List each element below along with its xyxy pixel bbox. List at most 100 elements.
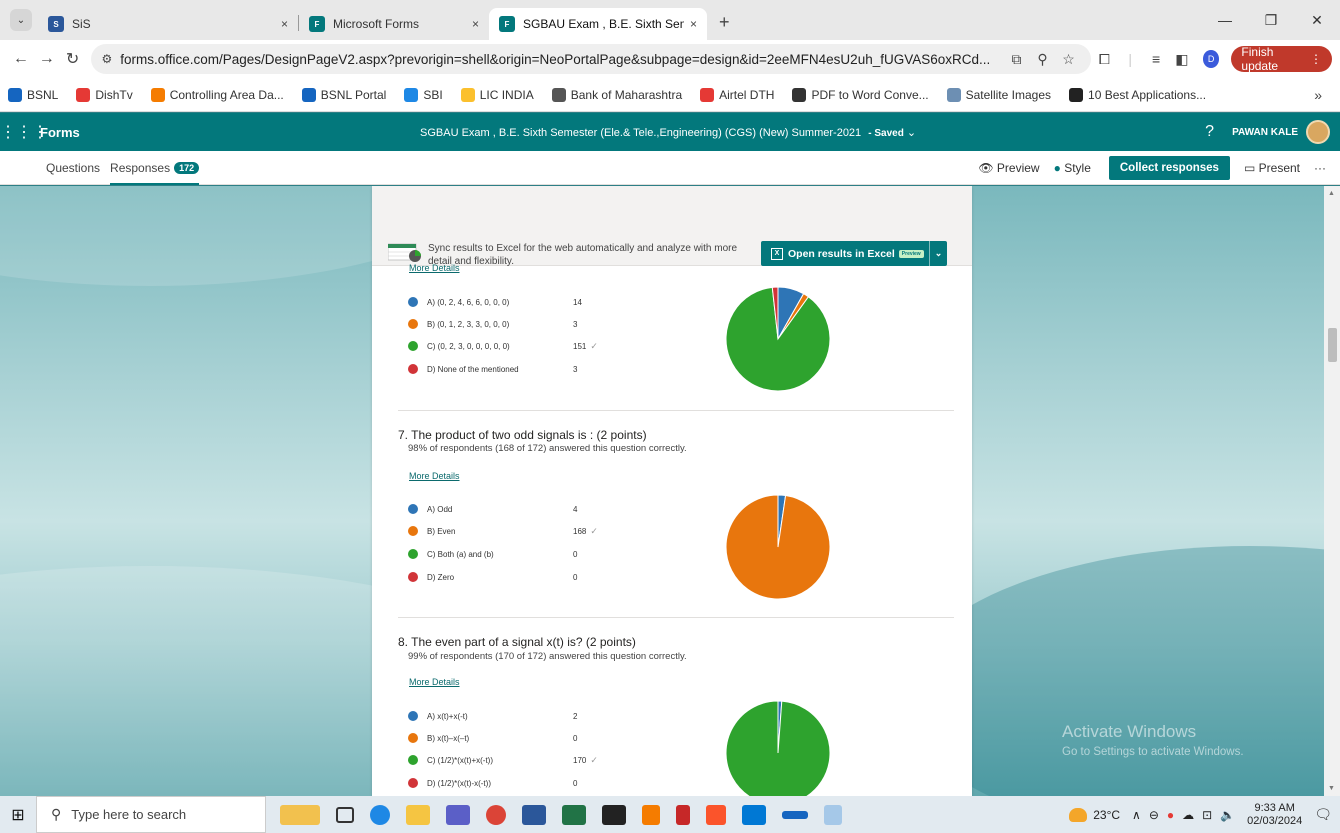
weather-icon[interactable] xyxy=(1069,807,1088,822)
clock[interactable]: 9:33 AM 02/03/2024 xyxy=(1247,802,1302,828)
tab-questions[interactable]: Questions xyxy=(46,151,100,185)
site-settings-icon[interactable]: ⚙ xyxy=(101,52,112,66)
close-icon[interactable]: × xyxy=(690,17,697,31)
close-icon[interactable]: × xyxy=(281,17,288,31)
tab-microsoft-forms[interactable]: F Microsoft Forms × xyxy=(299,8,489,40)
url-omnibox[interactable]: ⚙ forms.office.com/Pages/DesignPageV2.as… xyxy=(91,44,1092,74)
help-icon[interactable]: ? xyxy=(1205,123,1214,141)
collect-responses-button[interactable]: Collect responses xyxy=(1108,155,1230,180)
reload-icon[interactable]: ↻ xyxy=(60,49,86,69)
scrollbar-thumb[interactable] xyxy=(1328,328,1337,362)
option-count: 4 xyxy=(573,504,578,514)
tray-app-icon[interactable]: ⊖ xyxy=(1149,808,1159,822)
toolbar-actions: 👁 Preview ● Style Collect responses ▭ Pr… xyxy=(964,155,1326,180)
correct-check-icon: ✓ xyxy=(590,525,598,536)
minimize-icon[interactable]: — xyxy=(1202,12,1248,28)
tab-sis[interactable]: S SiS × xyxy=(38,8,298,40)
terminal-icon[interactable] xyxy=(602,804,626,825)
chevron-down-icon[interactable]: ⌄ xyxy=(929,241,947,266)
word-icon[interactable] xyxy=(522,804,546,825)
brave-icon[interactable] xyxy=(706,804,726,825)
option-label: D) None of the mentioned xyxy=(427,364,519,374)
bookmark-item[interactable]: Controlling Area Da... xyxy=(150,87,284,102)
edge-icon[interactable] xyxy=(370,804,390,825)
scroll-up-icon[interactable]: ▲ xyxy=(1328,190,1335,197)
back-arrow-icon[interactable]: ← xyxy=(8,50,34,68)
forward-arrow-icon[interactable]: → xyxy=(34,50,60,68)
temperature[interactable]: 23°C xyxy=(1093,808,1120,822)
finish-update-button[interactable]: Finish update ⋮ xyxy=(1231,45,1333,73)
bookmarks-more-icon[interactable]: » xyxy=(1314,87,1322,103)
bookmark-item[interactable]: BSNL Portal xyxy=(301,87,386,102)
chevron-up-icon[interactable]: ∧ xyxy=(1132,808,1141,822)
more-details-link[interactable]: More Details xyxy=(409,677,460,687)
url-text[interactable]: forms.office.com/Pages/DesignPageV2.aspx… xyxy=(120,52,1003,67)
bookmark-item[interactable]: Satellite Images xyxy=(946,87,1051,102)
open-results-excel-button[interactable]: X Open results in Excel Preview ⌄ xyxy=(761,241,947,266)
bookmark-item[interactable]: DishTv xyxy=(76,87,133,102)
file-explorer-icon[interactable] xyxy=(406,804,430,825)
volume-icon[interactable]: 🔈 xyxy=(1220,808,1235,822)
profile-avatar-icon[interactable]: D xyxy=(1202,50,1220,68)
avatar[interactable] xyxy=(1306,120,1330,144)
network-icon[interactable]: ⊡ xyxy=(1202,808,1212,822)
preview-button[interactable]: 👁 Preview xyxy=(978,161,1039,175)
tab-sgbau-exam[interactable]: F SGBAU Exam , B.E. Sixth Semest × xyxy=(489,8,707,40)
bookmark-item[interactable]: PDF to Word Conve... xyxy=(792,87,929,102)
bookmark-star-icon[interactable]: ☆ xyxy=(1055,51,1081,68)
tab-responses[interactable]: Responses 172 xyxy=(110,151,200,185)
legend-dot xyxy=(408,711,418,721)
app-launcher-icon[interactable]: ⋮⋮⋮ xyxy=(0,122,48,142)
legend-dot xyxy=(408,504,418,514)
more-details-link[interactable]: More Details xyxy=(409,471,460,481)
forms-brand[interactable]: Forms xyxy=(40,125,80,140)
present-button[interactable]: ▭ Present xyxy=(1244,161,1300,175)
option-row: D) None of the mentioned 3 xyxy=(408,362,648,376)
new-tab-button[interactable]: + xyxy=(719,12,730,33)
windows-start-icon[interactable]: ⊞ xyxy=(0,805,36,825)
open-excel-label: Open results in Excel xyxy=(788,247,895,260)
restore-icon[interactable]: ❐ xyxy=(1248,12,1294,29)
bookmark-item[interactable]: Airtel DTH xyxy=(700,87,774,102)
excel-icon[interactable] xyxy=(562,804,586,825)
paint-icon[interactable] xyxy=(824,804,842,825)
scroll-down-icon[interactable]: ▼ xyxy=(1328,785,1335,792)
more-options-icon[interactable]: ··· xyxy=(1314,161,1326,175)
option-count: 170 xyxy=(573,755,587,765)
zoom-icon[interactable]: ⚲ xyxy=(1029,51,1055,68)
reading-list-icon[interactable]: ≡ xyxy=(1143,51,1169,67)
chrome-icon[interactable] xyxy=(486,804,506,825)
install-app-icon[interactable]: ⧉ xyxy=(1003,51,1029,68)
tab-search-chevron-icon[interactable]: ⌄ xyxy=(10,9,32,31)
remote-desktop-icon[interactable] xyxy=(742,804,766,825)
figure-app-icon[interactable] xyxy=(676,804,690,825)
taskbar-search-input[interactable]: ⚲ Type here to search xyxy=(36,796,266,833)
more-details-link[interactable]: More Details xyxy=(409,263,460,273)
cloud-icon[interactable]: ☁ xyxy=(1182,808,1194,822)
style-button[interactable]: ● Style xyxy=(1054,161,1091,175)
bookmark-item[interactable]: BSNL xyxy=(8,87,58,102)
teams-icon[interactable] xyxy=(446,804,470,825)
pie-slice[interactable] xyxy=(725,494,831,600)
side-panel-icon[interactable]: ◧ xyxy=(1169,51,1195,68)
noodles-widget-icon[interactable] xyxy=(280,804,320,825)
task-view-icon[interactable] xyxy=(336,806,354,823)
tray-color-icon[interactable]: ● xyxy=(1167,808,1174,822)
pen-icon[interactable] xyxy=(782,810,808,819)
bookmark-item[interactable]: 10 Best Applications... xyxy=(1069,87,1206,102)
form-title[interactable]: SGBAU Exam , B.E. Sixth Semester (Ele.& … xyxy=(420,126,916,139)
bookmark-item[interactable]: LIC INDIA xyxy=(460,87,534,102)
close-icon[interactable]: × xyxy=(472,17,479,31)
notifications-icon[interactable]: 🗨 xyxy=(1314,806,1332,823)
bookmark-favicon-icon xyxy=(1069,87,1084,102)
sublime-icon[interactable] xyxy=(642,804,660,825)
vertical-scrollbar[interactable]: ▲ ▼ xyxy=(1324,186,1340,796)
user-name[interactable]: PAWAN KALE xyxy=(1232,127,1298,138)
pie-slice[interactable] xyxy=(725,700,831,796)
activate-windows-subtitle: Go to Settings to activate Windows. xyxy=(1062,746,1244,758)
extensions-icon[interactable]: ⧠ xyxy=(1091,51,1117,68)
divider: | xyxy=(1128,51,1133,67)
bookmark-item[interactable]: SBI xyxy=(404,87,443,102)
bookmark-item[interactable]: Bank of Maharashtra xyxy=(551,87,682,102)
close-window-icon[interactable]: ✕ xyxy=(1294,12,1340,29)
